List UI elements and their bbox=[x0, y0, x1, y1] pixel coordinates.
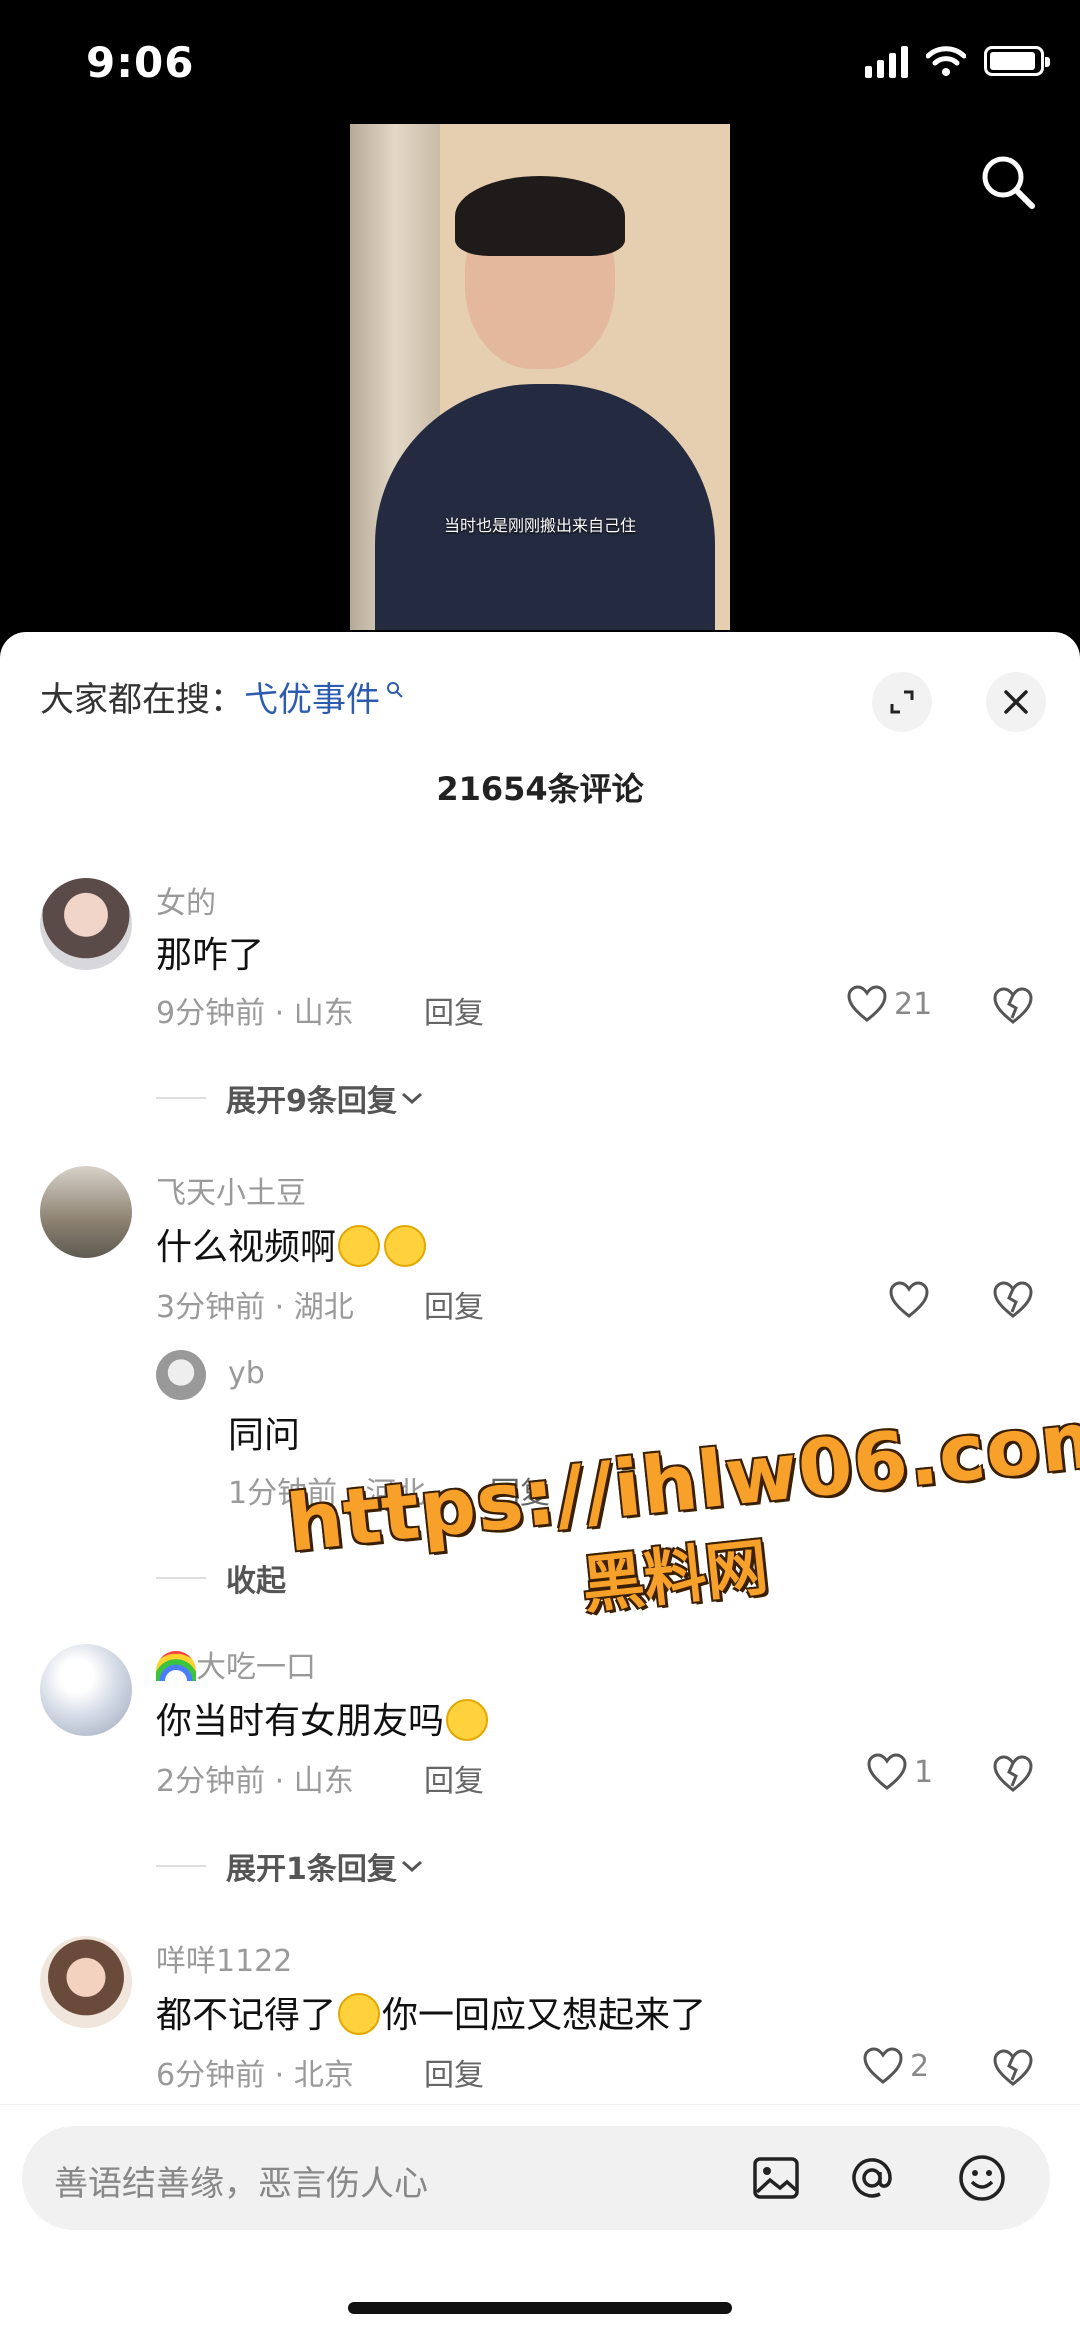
like-button[interactable]: 1 bbox=[866, 1752, 933, 1792]
heart-icon bbox=[867, 1753, 907, 1790]
trending-keyword[interactable]: 弋优事件 bbox=[244, 672, 380, 721]
comment-text: 都不记得了 你一回应又想起来了 bbox=[156, 1993, 707, 2036]
reply-button[interactable]: 回复 bbox=[424, 1282, 484, 1326]
expand-replies-label: 展开9条回复 bbox=[226, 1084, 397, 1119]
avatar[interactable] bbox=[156, 1350, 206, 1400]
reply-button[interactable]: 回复 bbox=[424, 1756, 484, 1800]
dislike-icon[interactable] bbox=[992, 1754, 1034, 1794]
like-button[interactable]: 21 bbox=[846, 984, 932, 1024]
heart-icon bbox=[863, 2047, 903, 2084]
video-player[interactable]: 当时也是刚刚搬出来自己住 bbox=[350, 124, 730, 630]
chevron-down-icon bbox=[401, 1860, 422, 1873]
smile-emoji-icon bbox=[338, 1225, 381, 1267]
signal-icon bbox=[865, 44, 908, 78]
comment-text: 那咋了 bbox=[156, 935, 265, 976]
divider bbox=[0, 2104, 1080, 2105]
search-icon[interactable] bbox=[976, 150, 1040, 214]
collapse-replies-button[interactable]: 收起 bbox=[156, 1556, 286, 1600]
grin-sweat-emoji-icon bbox=[446, 1699, 489, 1741]
dislike-icon[interactable] bbox=[992, 2048, 1034, 2088]
mention-icon[interactable] bbox=[846, 2152, 898, 2204]
status-icons bbox=[865, 44, 1050, 78]
reply-meta: 1分钟前 · 河北 bbox=[228, 1476, 426, 1511]
comment-text: 什么视频啊 bbox=[156, 1218, 428, 1270]
comment-meta: 3分钟前 · 湖北 bbox=[156, 1290, 354, 1325]
expand-replies-label: 展开1条回复 bbox=[226, 1852, 397, 1887]
comment-text: 你当时有女朋友吗 bbox=[156, 1692, 490, 1744]
emoji-icon[interactable] bbox=[956, 2152, 1008, 2204]
small-search-icon bbox=[387, 681, 403, 698]
heart-icon bbox=[847, 985, 887, 1022]
expand-replies-button[interactable]: 展开9条回复 bbox=[156, 1076, 427, 1120]
like-count: 2 bbox=[910, 2048, 930, 2084]
reply-button[interactable]: 回复 bbox=[424, 2050, 484, 2094]
reply-button[interactable]: 回复 bbox=[490, 1468, 550, 1512]
home-indicator[interactable] bbox=[348, 2302, 732, 2314]
image-icon[interactable] bbox=[750, 2152, 802, 2204]
dislike-icon[interactable] bbox=[992, 986, 1034, 1026]
close-icon bbox=[1004, 690, 1028, 714]
rofl-emoji-icon bbox=[338, 1993, 381, 2035]
reply-text: 同问 bbox=[228, 1415, 301, 1456]
avatar[interactable] bbox=[40, 1936, 132, 2028]
comment-username[interactable]: 咩咩1122 bbox=[156, 1936, 292, 1980]
rainbow-icon bbox=[156, 1651, 196, 1681]
reply-button[interactable]: 回复 bbox=[424, 988, 484, 1032]
close-button[interactable] bbox=[986, 672, 1046, 732]
trending-search[interactable]: 大家都在搜： 弋优事件 bbox=[40, 672, 404, 721]
comment-username[interactable]: 大吃一口 bbox=[156, 1642, 316, 1686]
trending-prefix: 大家都在搜： bbox=[40, 680, 244, 720]
heart-icon[interactable] bbox=[888, 1280, 930, 1320]
comment-username[interactable]: 女的 bbox=[156, 878, 216, 922]
reply-username[interactable]: yb bbox=[228, 1356, 265, 1391]
battery-icon bbox=[984, 46, 1050, 76]
expand-icon bbox=[890, 690, 914, 714]
expand-button[interactable] bbox=[872, 672, 932, 732]
comment-input[interactable]: 善语结善缘，恶言伤人心 bbox=[22, 2126, 1050, 2230]
avatar[interactable] bbox=[40, 1644, 132, 1736]
comment-count-title: 21654条评论 bbox=[436, 770, 644, 808]
status-time: 9:06 bbox=[86, 38, 195, 87]
avatar[interactable] bbox=[40, 1166, 132, 1258]
dislike-icon[interactable] bbox=[992, 1280, 1034, 1320]
expand-replies-button[interactable]: 展开1条回复 bbox=[156, 1844, 427, 1888]
comment-input-placeholder: 善语结善缘，恶言伤人心 bbox=[54, 2164, 428, 2204]
like-count: 21 bbox=[894, 986, 933, 1022]
collapse-replies-label: 收起 bbox=[226, 1564, 286, 1599]
like-button[interactable]: 2 bbox=[862, 2046, 929, 2086]
chevron-down-icon bbox=[401, 1092, 422, 1105]
comment-username[interactable]: 飞天小土豆 bbox=[156, 1168, 306, 1212]
video-caption: 当时也是刚刚搬出来自己住 bbox=[443, 516, 636, 535]
avatar[interactable] bbox=[40, 878, 132, 970]
wifi-icon bbox=[926, 46, 966, 76]
like-count: 1 bbox=[914, 1754, 934, 1790]
smile-emoji-icon bbox=[384, 1225, 427, 1267]
comment-meta: 6分钟前 · 北京 bbox=[156, 2058, 354, 2093]
comment-meta: 2分钟前 · 山东 bbox=[156, 1764, 354, 1799]
comment-meta: 9分钟前 · 山东 bbox=[156, 996, 354, 1031]
